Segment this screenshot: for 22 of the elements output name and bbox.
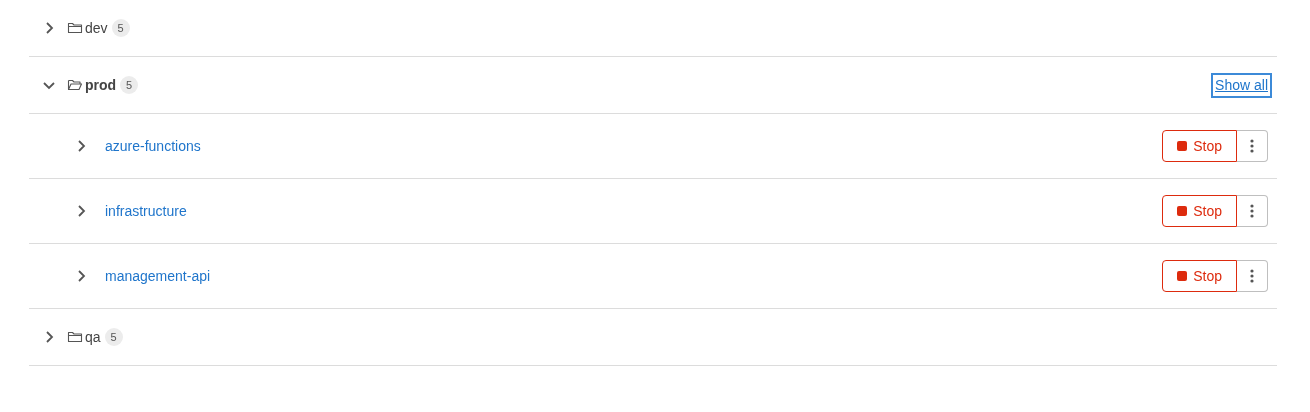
stop-icon: [1177, 206, 1188, 216]
project-link[interactable]: infrastructure: [105, 200, 187, 222]
stop-button[interactable]: Stop: [1162, 130, 1237, 162]
kebab-icon: [1250, 204, 1254, 218]
kebab-icon: [1250, 139, 1254, 153]
count-badge: 5: [111, 18, 130, 38]
count-badge: 5: [104, 327, 123, 347]
stop-icon: [1177, 141, 1188, 151]
stop-button[interactable]: Stop: [1162, 260, 1237, 292]
folder-name: prod: [85, 75, 117, 95]
open-folder-icon: [67, 77, 83, 93]
folder-icon: [67, 329, 83, 345]
kebab-icon: [1250, 269, 1254, 283]
show-all-link[interactable]: Show all: [1211, 72, 1272, 98]
stop-icon: [1177, 271, 1188, 281]
folder-name: qa: [85, 327, 101, 347]
project-link[interactable]: management-api: [105, 265, 211, 287]
project-link[interactable]: azure-functions: [105, 135, 201, 157]
count-badge: 5: [120, 75, 139, 95]
stop-button[interactable]: Stop: [1162, 195, 1237, 227]
folder-name: dev: [85, 18, 108, 38]
folder-icon: [67, 20, 83, 36]
